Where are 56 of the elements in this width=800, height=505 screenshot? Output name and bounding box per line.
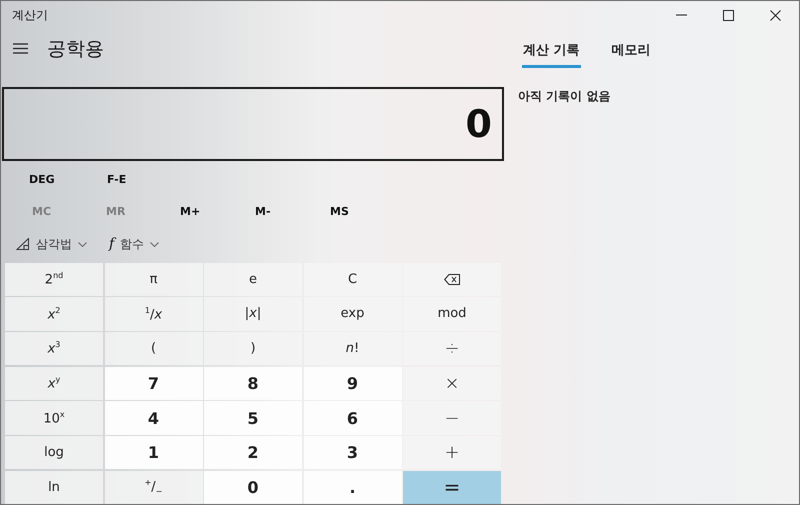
keypad-button[interactable]: x$^{3}$: [5, 332, 103, 366]
chevron-icon[interactable]: [78, 242, 87, 247]
window-title: 계산기: [12, 6, 48, 24]
keypad-button[interactable]: 10$^{x}$: [5, 401, 103, 435]
keypad-button[interactable]: exp: [304, 297, 402, 331]
dropdown-menu[interactable]: 함수: [120, 236, 144, 253]
close-icon[interactable]: [770, 10, 781, 21]
tab[interactable]: 메모리: [610, 40, 652, 68]
keypad-button[interactable]: 0: [204, 470, 302, 504]
keypad-button[interactable]: $^{1}$/x: [104, 297, 202, 331]
dropdown-menu[interactable]: 삼각법: [36, 236, 72, 253]
memory-button[interactable]: M+: [180, 205, 255, 218]
keypad-button[interactable]: 3: [304, 436, 402, 470]
empty-history-message: 아직 기록이 없음: [518, 88, 612, 105]
keypad-button[interactable]: x$^{y}$: [5, 366, 103, 400]
keypad-button[interactable]: x$^{2}$: [5, 297, 103, 331]
maximize-icon[interactable]: [723, 10, 734, 21]
keypad-button[interactable]: −: [403, 401, 501, 435]
keypad-button[interactable]: mod: [403, 297, 501, 331]
keypad-button[interactable]: 9: [304, 366, 402, 400]
keypad-button[interactable]: 7: [104, 366, 202, 400]
memory-button[interactable]: MS: [330, 205, 405, 218]
chevron-icon[interactable]: [150, 242, 160, 247]
mode-button[interactable]: F-E: [107, 172, 185, 186]
keypad-button[interactable]: (: [104, 332, 202, 366]
keypad-button[interactable]: |x|: [204, 297, 302, 331]
keypad-button[interactable]: ln: [5, 470, 103, 504]
memory-button[interactable]: M-: [255, 205, 330, 218]
keypad-button[interactable]: .: [304, 470, 402, 504]
mode-title: 공학용: [47, 36, 104, 62]
backspace-icon: [444, 274, 460, 285]
keypad-button[interactable]: ÷: [403, 332, 501, 366]
keypad-button[interactable]: 2$^{nd}$: [5, 262, 103, 296]
function-icon: f: [109, 236, 114, 252]
keypad-button[interactable]: 5: [204, 401, 302, 435]
mode-button[interactable]: DEG: [29, 172, 107, 186]
keypad-button[interactable]: C: [304, 262, 402, 296]
keypad-button[interactable]: $^{+}$/$_{−}$: [104, 470, 202, 504]
keypad-button[interactable]: ×: [403, 366, 501, 400]
keypad-button[interactable]: e: [204, 262, 302, 296]
keypad-button[interactable]: ): [204, 332, 302, 366]
tab[interactable]: 계산 기록: [522, 40, 581, 68]
keypad-button[interactable]: 4: [104, 401, 202, 435]
minimize-icon[interactable]: [676, 14, 687, 16]
keypad-button[interactable]: =: [403, 470, 501, 504]
keypad-button[interactable]: 8: [204, 366, 302, 400]
keypad-button[interactable]: 2: [204, 436, 302, 470]
keypad-button[interactable]: π: [104, 262, 202, 296]
keypad-button[interactable]: 6: [304, 401, 402, 435]
keypad-button[interactable]: log: [5, 436, 103, 470]
keypad-button[interactable]: n!: [304, 332, 402, 366]
keypad-button[interactable]: 1: [104, 436, 202, 470]
triangle-icon: [16, 238, 30, 250]
display-field: 0: [2, 86, 504, 161]
keypad-button[interactable]: +: [403, 436, 501, 470]
menu-icon[interactable]: [13, 43, 28, 54]
